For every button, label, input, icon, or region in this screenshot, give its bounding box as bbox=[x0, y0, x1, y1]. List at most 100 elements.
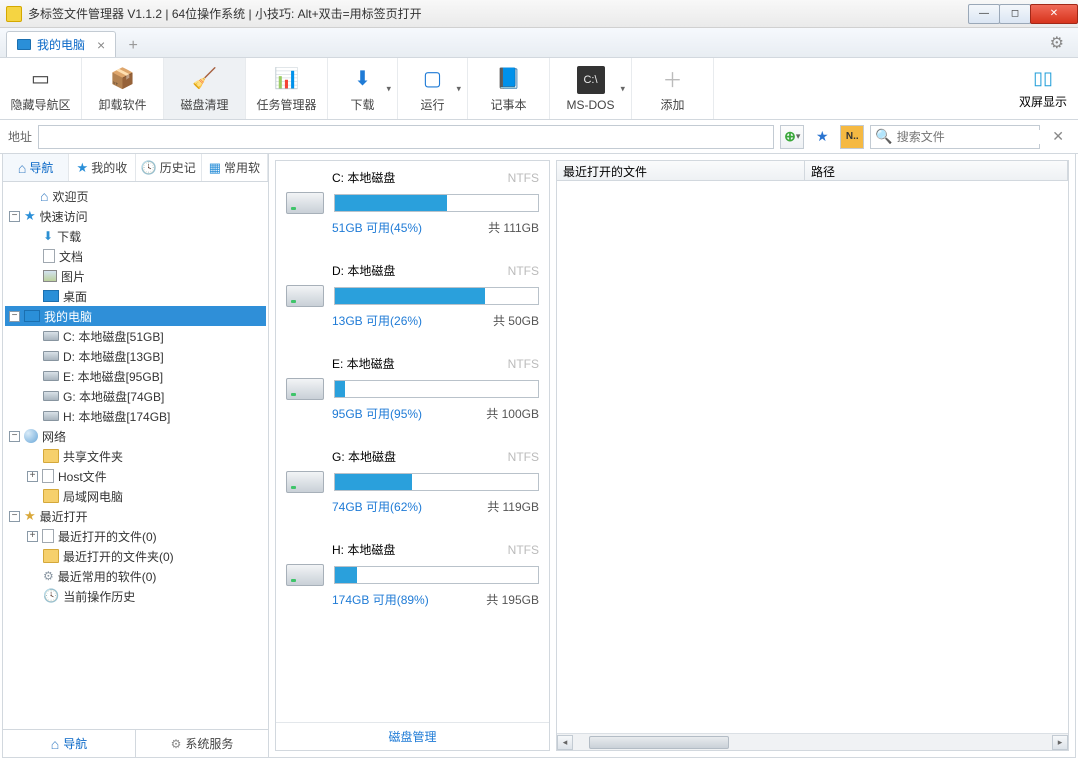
tree-drive-e[interactable]: E: 本地磁盘[95GB] bbox=[5, 366, 266, 386]
tree-recent[interactable]: −★最近打开 bbox=[5, 506, 266, 526]
tree-lan[interactable]: 局域网电脑 bbox=[5, 486, 266, 506]
bottom-tab-nav[interactable]: ⌂导航 bbox=[3, 730, 135, 757]
tree-label: 最近打开的文件夹(0) bbox=[63, 548, 174, 565]
tree-quick-access[interactable]: −★快速访问 bbox=[5, 206, 266, 226]
clear-button[interactable]: ✕ bbox=[1046, 128, 1070, 145]
tree-docs[interactable]: 文档 bbox=[5, 246, 266, 266]
hdd-icon bbox=[286, 285, 324, 307]
tree-downloads[interactable]: ⬇下载 bbox=[5, 226, 266, 246]
run-button[interactable]: ▢ 运行 ▾ bbox=[398, 58, 468, 119]
dropdown-icon[interactable]: ▾ bbox=[456, 83, 461, 94]
search-input[interactable] bbox=[897, 130, 1052, 144]
bookmark-add-button[interactable]: ⊕▾ bbox=[780, 125, 804, 149]
disk-manage-link[interactable]: 磁盘管理 bbox=[276, 722, 549, 750]
search-box[interactable]: 🔍 bbox=[870, 125, 1040, 149]
tree-host[interactable]: +Host文件 bbox=[5, 466, 266, 486]
sidetab-history[interactable]: 🕓历史记 bbox=[136, 154, 202, 181]
tree-desktop[interactable]: 桌面 bbox=[5, 286, 266, 306]
collapse-icon[interactable]: − bbox=[9, 511, 20, 522]
star-icon: ★ bbox=[24, 208, 36, 224]
tree-drive-g[interactable]: G: 本地磁盘[74GB] bbox=[5, 386, 266, 406]
col-path[interactable]: 路径 bbox=[805, 161, 1068, 180]
dropdown-icon[interactable]: ▾ bbox=[620, 83, 625, 94]
bottom-tab-services[interactable]: ⚙系统服务 bbox=[136, 730, 268, 757]
doc-icon bbox=[42, 469, 54, 483]
tree-drive-c[interactable]: C: 本地磁盘[51GB] bbox=[5, 326, 266, 346]
horizontal-scrollbar[interactable]: ◂ ▸ bbox=[557, 733, 1068, 750]
disk-clean-button[interactable]: 🧹 磁盘清理 bbox=[164, 58, 246, 119]
sidetab-label: 导航 bbox=[29, 159, 53, 176]
tree-shared[interactable]: 共享文件夹 bbox=[5, 446, 266, 466]
desktop-icon bbox=[43, 290, 59, 302]
tree-recent-folders[interactable]: 最近打开的文件夹(0) bbox=[5, 546, 266, 566]
tool-label: 双屏显示 bbox=[1019, 93, 1067, 110]
scroll-right-button[interactable]: ▸ bbox=[1052, 735, 1068, 750]
sidetab-frequent[interactable]: ▦常用软 bbox=[202, 154, 268, 181]
collapse-icon[interactable]: − bbox=[9, 311, 20, 322]
col-label: 路径 bbox=[811, 165, 835, 179]
add-tool-button[interactable]: ＋ 添加 bbox=[632, 58, 714, 119]
tree-drive-h[interactable]: H: 本地磁盘[174GB] bbox=[5, 406, 266, 426]
tree-label: 局域网电脑 bbox=[63, 488, 123, 505]
drive-item[interactable]: E: 本地磁盘NTFS95GB 可用(95%)共 100GB bbox=[282, 355, 543, 422]
maximize-button[interactable]: ◻ bbox=[999, 4, 1031, 24]
drive-total: 共 119GB bbox=[487, 498, 539, 515]
nav-tree[interactable]: ⌂欢迎页 −★快速访问 ⬇下载 文档 图片 桌面 −我的电脑 C: 本地磁盘[5… bbox=[3, 182, 268, 729]
tree-label: 下载 bbox=[57, 228, 81, 245]
scroll-thumb[interactable] bbox=[589, 736, 729, 749]
close-button[interactable]: ✕ bbox=[1030, 4, 1078, 24]
notepad-icon: 📘 bbox=[495, 64, 523, 92]
tree-recent-files[interactable]: + 最近打开的文件(0) bbox=[5, 526, 266, 546]
tree-my-computer[interactable]: −我的电脑 bbox=[5, 306, 266, 326]
msdos-button[interactable]: C:\ MS-DOS ▾ bbox=[550, 58, 632, 119]
sidetab-label: 我的收 bbox=[91, 159, 127, 176]
col-recent-files[interactable]: 最近打开的文件 bbox=[557, 161, 805, 180]
tree-drive-d[interactable]: D: 本地磁盘[13GB] bbox=[5, 346, 266, 366]
settings-gear-icon[interactable]: ⚙ bbox=[1042, 29, 1072, 57]
dropdown-icon[interactable]: ▾ bbox=[386, 83, 391, 94]
notepad-button[interactable]: 📘 记事本 bbox=[468, 58, 550, 119]
scroll-left-button[interactable]: ◂ bbox=[557, 735, 573, 750]
drive-item[interactable]: H: 本地磁盘NTFS174GB 可用(89%)共 195GB bbox=[282, 541, 543, 608]
drive-item[interactable]: G: 本地磁盘NTFS74GB 可用(62%)共 119GB bbox=[282, 448, 543, 515]
drive-list[interactable]: C: 本地磁盘NTFS51GB 可用(45%)共 111GB D: 本地磁盘NTF… bbox=[276, 161, 549, 722]
usage-bar bbox=[334, 194, 539, 212]
en-badge[interactable]: N.. bbox=[840, 125, 864, 149]
expand-icon[interactable]: + bbox=[27, 531, 38, 542]
tree-network[interactable]: −网络 bbox=[5, 426, 266, 446]
drive-total: 共 100GB bbox=[486, 405, 539, 422]
drive-item[interactable]: D: 本地磁盘NTFS13GB 可用(26%)共 50GB bbox=[282, 262, 543, 329]
drive-item[interactable]: C: 本地磁盘NTFS51GB 可用(45%)共 111GB bbox=[282, 169, 543, 236]
tree-label: C: 本地磁盘[51GB] bbox=[63, 328, 164, 345]
tree-pics[interactable]: 图片 bbox=[5, 266, 266, 286]
drive-fs: NTFS bbox=[508, 171, 539, 185]
expand-icon[interactable]: + bbox=[27, 471, 38, 482]
address-input[interactable] bbox=[38, 125, 774, 149]
sidetab-favorites[interactable]: ★我的收 bbox=[69, 154, 135, 181]
uninstall-button[interactable]: 📦 卸载软件 bbox=[82, 58, 164, 119]
tree-label: 最近打开 bbox=[40, 508, 88, 525]
tab-add-button[interactable]: + bbox=[120, 35, 146, 57]
drive-icon bbox=[43, 391, 59, 401]
tree-welcome[interactable]: ⌂欢迎页 bbox=[5, 186, 266, 206]
sidebar-tabs: ⌂导航 ★我的收 🕓历史记 ▦常用软 bbox=[3, 154, 268, 182]
collapse-icon[interactable]: − bbox=[9, 431, 20, 442]
split-view-button[interactable]: ▯▯ 双屏显示 bbox=[1008, 58, 1078, 119]
collapse-icon[interactable]: − bbox=[9, 211, 20, 222]
monitor-icon bbox=[24, 310, 40, 322]
tree-op-history[interactable]: 🕓当前操作历史 bbox=[5, 586, 266, 606]
download-button[interactable]: ⬇ 下载 ▾ bbox=[328, 58, 398, 119]
tree-label: 最近打开的文件(0) bbox=[58, 528, 157, 545]
tree-label: 桌面 bbox=[63, 288, 87, 305]
task-manager-button[interactable]: 📊 任务管理器 bbox=[246, 58, 328, 119]
tree-recent-apps[interactable]: ⚙最近常用的软件(0) bbox=[5, 566, 266, 586]
tab-close-icon[interactable]: × bbox=[97, 37, 105, 53]
tab-my-computer[interactable]: 我的电脑 × bbox=[6, 31, 116, 57]
sidetab-nav[interactable]: ⌂导航 bbox=[3, 154, 69, 181]
drive-name: G: 本地磁盘 bbox=[332, 448, 396, 465]
recent-list-body[interactable] bbox=[557, 181, 1068, 733]
favorite-star-button[interactable]: ★ bbox=[810, 125, 834, 149]
hide-nav-button[interactable]: ▭ 隐藏导航区 bbox=[0, 58, 82, 119]
tree-label: 最近常用的软件(0) bbox=[58, 568, 157, 585]
minimize-button[interactable]: — bbox=[968, 4, 1000, 24]
